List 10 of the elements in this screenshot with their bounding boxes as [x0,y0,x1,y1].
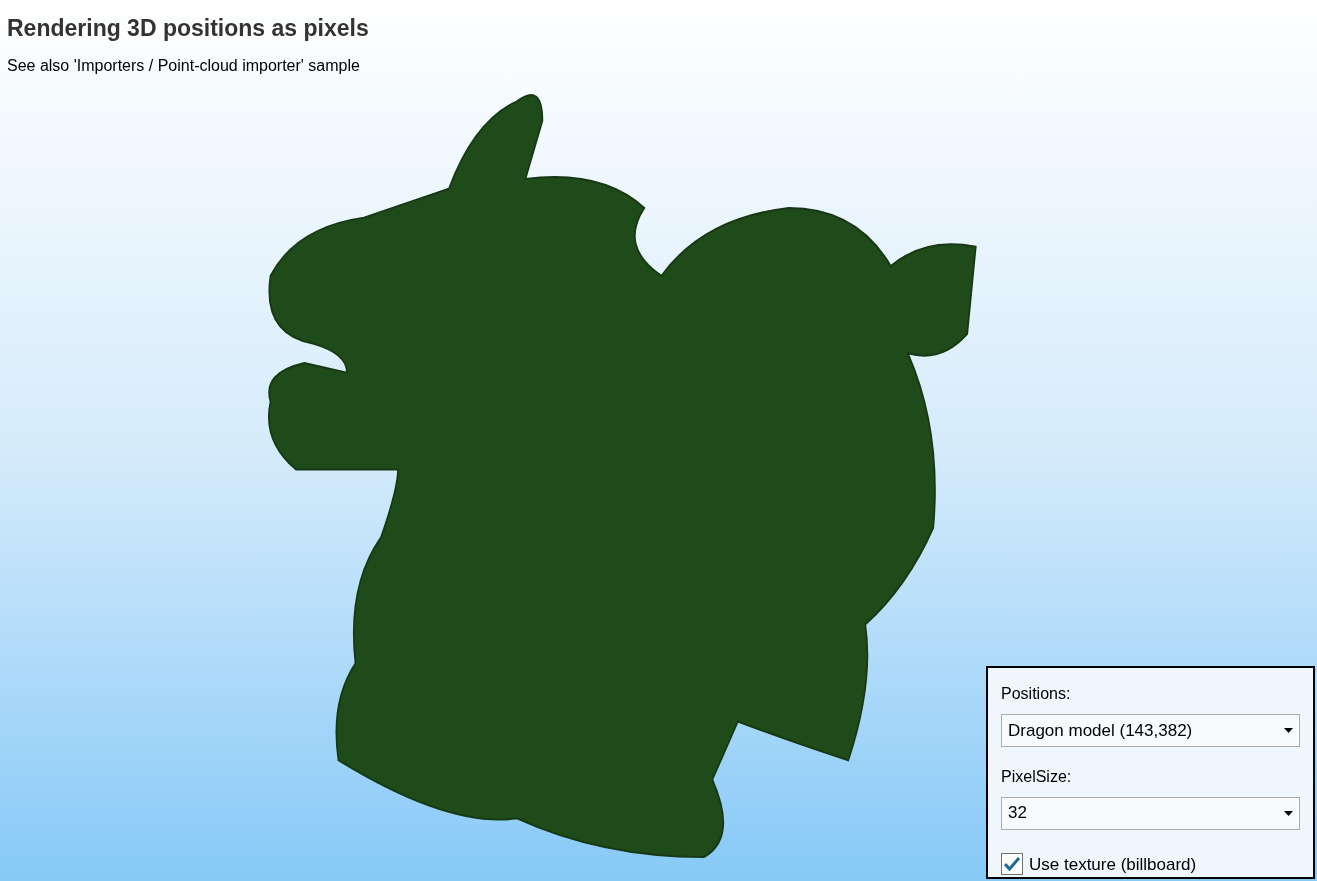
positions-label: Positions: [1001,684,1072,704]
positions-dropdown[interactable]: Dragon model (143,382) [1001,714,1300,747]
page-title: Rendering 3D positions as pixels [7,14,369,43]
dropdown-caret-icon [1284,727,1293,733]
pixel-size-dropdown[interactable]: 32 [1001,796,1300,830]
use-texture-checkbox[interactable] [1001,853,1023,876]
use-texture-label: Use texture (billboard) [1029,853,1197,876]
pixel-size-label: PixelSize: [1001,766,1073,787]
page-subtitle: See also 'Importers / Point-cloud importer' sample [7,56,360,76]
dropdown-caret-icon [1284,810,1293,816]
